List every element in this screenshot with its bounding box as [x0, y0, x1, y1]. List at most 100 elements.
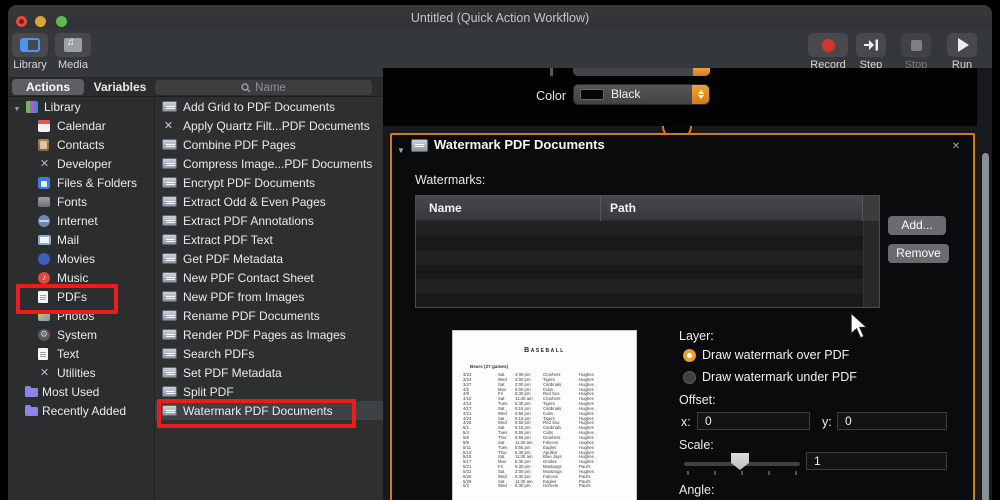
radio-draw-over-pdf[interactable]: [683, 349, 696, 362]
tab-actions[interactable]: Actions: [12, 79, 84, 95]
system-icon: [38, 328, 50, 341]
utilities-icon: [38, 366, 51, 379]
preview-document-subtitle: Bears (27 games): [470, 364, 509, 369]
media-toolbar-label: Media: [58, 59, 88, 71]
watermarks-table[interactable]: Name Path: [415, 195, 880, 308]
watermark-action-icon: [411, 139, 428, 152]
action-icon: [162, 234, 177, 245]
action-list-item[interactable]: New PDF from Images: [155, 287, 383, 306]
action-list-item[interactable]: Search PDFs: [155, 344, 383, 363]
action-list-item[interactable]: Extract Odd & Even Pages: [155, 192, 383, 211]
library-toolbar-button[interactable]: [12, 33, 48, 57]
action-list-item[interactable]: Set PDF Metadata: [155, 363, 383, 382]
sidebar-category-label: Library: [44, 99, 81, 114]
sidebar-category-row[interactable]: Photos: [8, 306, 154, 325]
sidebar-category-row[interactable]: Music: [8, 268, 154, 287]
sidebar-category-row[interactable]: Utilities: [8, 363, 154, 382]
preview-document-title: Baseball: [524, 347, 565, 354]
radio-draw-under-pdf[interactable]: [683, 371, 696, 384]
quartz-icon: [162, 119, 175, 132]
disclosure-triangle-icon[interactable]: [397, 140, 405, 158]
sidebar-category-row[interactable]: Calendar: [8, 116, 154, 135]
sidebar-category-row[interactable]: Text: [8, 344, 154, 363]
sidebar-category-label: Mail: [57, 232, 80, 247]
action-list-item[interactable]: Get PDF Metadata: [155, 249, 383, 268]
scale-slider-thumb[interactable]: [731, 453, 749, 470]
action-list-item[interactable]: Extract PDF Annotations: [155, 211, 383, 230]
action-icon: [162, 196, 177, 207]
close-action-icon[interactable]: [949, 136, 963, 150]
action-list-item[interactable]: Render PDF Pages as Images: [155, 325, 383, 344]
action-list-item[interactable]: New PDF Contact Sheet: [155, 268, 383, 287]
window-title: Untitled (Quick Action Workflow): [410, 11, 590, 25]
sidebar-panel-icon: [20, 38, 40, 52]
action-list-item-label: Combine PDF Pages: [183, 137, 296, 152]
step-button[interactable]: [856, 33, 886, 57]
sidebar-category-row[interactable]: Contacts: [8, 135, 154, 154]
column-header-name[interactable]: Name: [429, 201, 462, 215]
action-list-item[interactable]: Watermark PDF Documents: [155, 401, 383, 420]
run-button[interactable]: [947, 33, 977, 57]
disclosure-triangle-icon[interactable]: [12, 98, 22, 116]
empty-table-row: [416, 236, 879, 251]
chevron-down-icon: [697, 95, 704, 99]
stop-button[interactable]: [901, 33, 931, 57]
workflow-panel: Color Black Watermark PDF Documents Wate…: [383, 68, 992, 500]
text-icon: [38, 347, 48, 360]
record-button[interactable]: [808, 33, 848, 57]
sidebar-category-row[interactable]: Library: [8, 97, 154, 116]
record-icon: [821, 38, 835, 52]
photos-icon: [38, 310, 50, 321]
action-list-item-label: Extract PDF Annotations: [183, 213, 314, 228]
offset-y-label: y:: [822, 415, 832, 429]
remove-watermark-button[interactable]: Remove: [888, 244, 949, 263]
slider-tick: [795, 471, 797, 475]
sidebar-category-label: PDFs: [57, 289, 87, 304]
watermarks-table-body[interactable]: [416, 221, 879, 307]
watermarks-label: Watermarks:: [415, 173, 486, 187]
action-list-item-label: New PDF from Images: [183, 289, 305, 304]
action-list-item[interactable]: Add Grid to PDF Documents: [155, 97, 383, 116]
action-list-item[interactable]: Extract PDF Text: [155, 230, 383, 249]
offset-y-field[interactable]: 0: [837, 412, 947, 430]
sidebar-category-row[interactable]: Mail: [8, 230, 154, 249]
sidebar-category-row[interactable]: Most Used: [8, 382, 154, 401]
action-list-item[interactable]: Rename PDF Documents: [155, 306, 383, 325]
preview-schedule-row: 6/2 Wed 5:30 pm Hornets Paul's: [463, 483, 591, 489]
files-folders-icon: [38, 176, 50, 189]
fonts-icon: [38, 196, 50, 207]
media-toolbar-button[interactable]: [55, 33, 91, 57]
action-list-item[interactable]: Compress Image...PDF Documents: [155, 154, 383, 173]
sidebar-category-row[interactable]: PDFs: [8, 287, 154, 306]
search-input[interactable]: Name: [155, 80, 372, 95]
media-icon: [64, 37, 82, 52]
sidebar-category-row[interactable]: Internet: [8, 211, 154, 230]
table-scrollbar-track[interactable]: [863, 221, 879, 307]
action-icon: [162, 348, 177, 359]
action-icon: [162, 177, 177, 188]
action-block-title: Watermark PDF Documents: [434, 137, 605, 152]
offset-x-field[interactable]: 0: [697, 412, 810, 430]
sidebar-category-row[interactable]: Recently Added: [8, 401, 154, 420]
action-list-item[interactable]: Apply Quartz Filt...PDF Documents: [155, 116, 383, 135]
column-divider[interactable]: [600, 196, 601, 221]
sidebar-category-row[interactable]: Fonts: [8, 192, 154, 211]
sidebar-category-row[interactable]: Developer: [8, 154, 154, 173]
tab-variables[interactable]: Variables: [88, 79, 152, 95]
sidebar-category-row[interactable]: Files & Folders: [8, 173, 154, 192]
action-list-item[interactable]: Split PDF: [155, 382, 383, 401]
color-popup-button[interactable]: Black: [573, 84, 710, 105]
radio-draw-over-pdf-label: Draw watermark over PDF: [702, 348, 850, 362]
scale-value-field[interactable]: 1: [806, 452, 947, 470]
action-list-item[interactable]: Encrypt PDF Documents: [155, 173, 383, 192]
action-list-item[interactable]: Combine PDF Pages: [155, 135, 383, 154]
sidebar-category-row[interactable]: Movies: [8, 249, 154, 268]
column-header-path[interactable]: Path: [610, 201, 636, 215]
add-watermark-button[interactable]: Add...: [888, 216, 946, 235]
workflow-scrollbar[interactable]: [982, 153, 989, 500]
slider-tick: [768, 471, 770, 475]
sidebar-category-label: Most Used: [42, 384, 100, 399]
clipped-popup-button[interactable]: [573, 68, 710, 76]
search-icon: [241, 82, 251, 92]
sidebar-category-row[interactable]: System: [8, 325, 154, 344]
